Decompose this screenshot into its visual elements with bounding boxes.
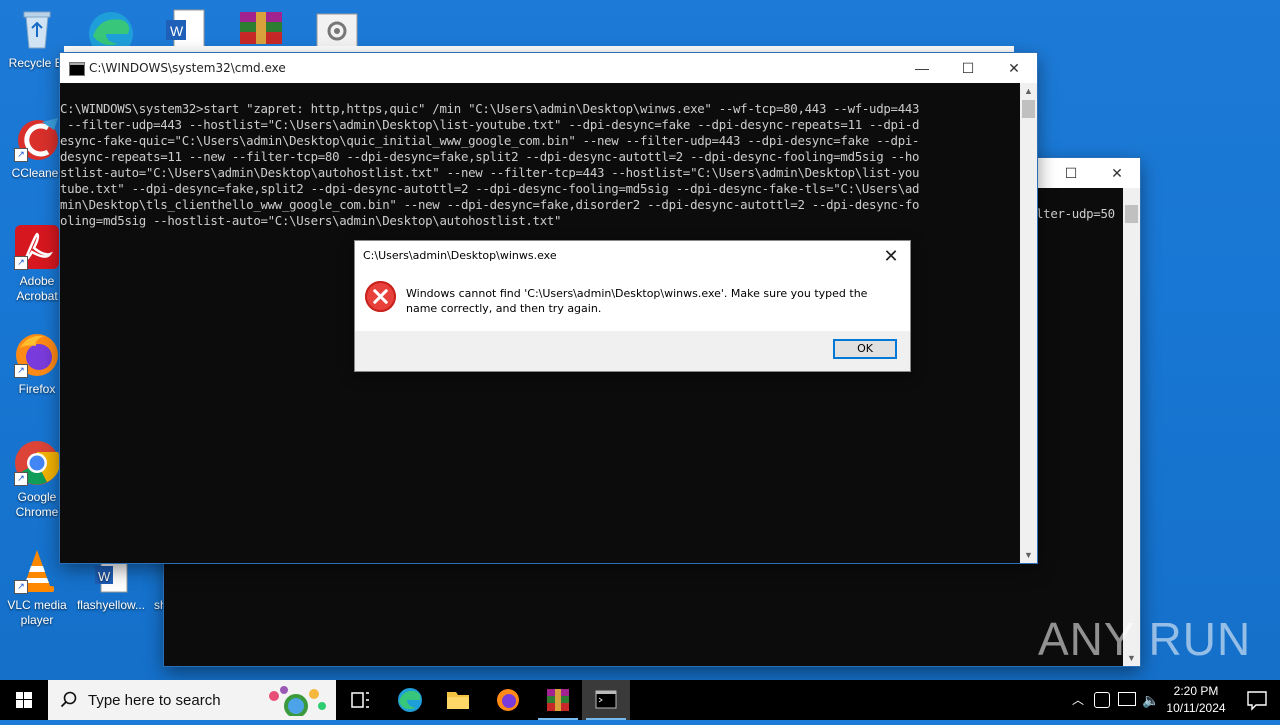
dialog-message: Windows cannot find 'C:\Users\admin\Desk… [406, 287, 868, 315]
firefox-icon: ↗ [14, 332, 60, 378]
start-button[interactable] [0, 680, 48, 720]
winrar-icon[interactable] [238, 8, 284, 48]
tray-device-icon[interactable] [1094, 692, 1110, 708]
taskbar-edge[interactable] [386, 680, 434, 720]
scroll-up-arrow-icon[interactable]: ▲ [1020, 83, 1037, 99]
folder-icon [447, 692, 469, 709]
taskbar: Type here to search ︿ 🔈 2:20 PM 10/11/20… [0, 680, 1280, 720]
close-button[interactable]: ✕ [1094, 158, 1140, 188]
clock-date: 10/11/2024 [1166, 701, 1226, 715]
shortcut-arrow-icon: ↗ [14, 148, 28, 162]
scrollbar-thumb[interactable] [1125, 205, 1138, 223]
task-view-button[interactable] [336, 680, 384, 720]
ok-button[interactable]: OK [833, 339, 897, 359]
cmd-titlebar[interactable]: C:\WINDOWS\system32\cmd.exe — ☐ ✕ [60, 53, 1037, 83]
clock[interactable]: 2:20 PM 10/11/2024 [1160, 684, 1232, 715]
shortcut-arrow-icon: ↗ [14, 472, 28, 486]
notification-icon [1247, 691, 1267, 711]
edge-icon [398, 688, 422, 712]
maximize-button[interactable]: ☐ [945, 53, 991, 83]
close-button[interactable]: ✕ [991, 53, 1037, 83]
network-icon[interactable] [1118, 692, 1136, 706]
search-icon [60, 691, 77, 708]
winrar-icon [547, 689, 569, 711]
scroll-down-arrow-icon[interactable]: ▼ [1020, 547, 1037, 563]
vlc-cone-icon: ↗ [14, 548, 60, 594]
dialog-title: C:\Users\admin\Desktop\winws.exe [363, 249, 557, 262]
task-view-icon [351, 692, 369, 708]
error-icon [365, 281, 396, 312]
svg-text:W: W [98, 569, 111, 584]
maximize-button[interactable]: ☐ [1048, 158, 1094, 188]
edge-desktop-icon[interactable] [88, 8, 134, 56]
taskbar-firefox[interactable] [484, 680, 532, 720]
shortcut-arrow-icon: ↗ [14, 256, 28, 270]
window-title: C:\WINDOWS\system32\cmd.exe [89, 61, 286, 75]
taskbar-winrar[interactable] [534, 680, 582, 720]
cmd-scrollbar[interactable]: ▲ ▼ [1020, 83, 1037, 563]
settings-file-icon[interactable] [316, 8, 362, 49]
google-chrome-icon: ↗ [14, 440, 61, 486]
background-scrollbar[interactable]: ▼ [1123, 188, 1140, 666]
clock-time: 2:20 PM [1173, 684, 1219, 698]
minimize-button[interactable]: — [899, 53, 945, 83]
adobe-acrobat-icon: ↗ [14, 224, 60, 270]
search-highlight-icon [269, 686, 326, 716]
error-dialog[interactable]: C:\Users\admin\Desktop\winws.exe ✕ Windo… [354, 240, 911, 372]
firefox-icon [497, 689, 519, 711]
svg-text:W: W [170, 23, 184, 39]
scrollbar-thumb[interactable] [1022, 100, 1035, 118]
show-hidden-icons-button[interactable]: ︿ [1070, 690, 1086, 710]
windows-logo-icon [16, 692, 32, 708]
cmd-icon [595, 690, 617, 709]
ccleaner-icon: ↗ [14, 116, 60, 162]
shortcut-arrow-icon: ↗ [14, 580, 28, 594]
cmd-icon [69, 62, 85, 76]
notification-center-button[interactable] [1234, 680, 1280, 720]
taskbar-cmd-active[interactable] [582, 680, 630, 720]
taskbar-search-box[interactable]: Type here to search [48, 680, 336, 720]
taskbar-file-explorer[interactable] [434, 680, 482, 720]
search-placeholder: Type here to search [88, 692, 221, 709]
desktop-icon-label: VLC media player [7, 598, 67, 627]
dialog-close-button[interactable]: ✕ [876, 243, 906, 269]
word-document-icon[interactable]: W [164, 8, 210, 49]
shortcut-arrow-icon: ↗ [14, 364, 28, 378]
volume-icon[interactable]: 🔈 [1142, 690, 1160, 710]
dialog-content-area: C:\Users\admin\Desktop\winws.exe ✕ Windo… [355, 241, 910, 331]
recycle-bin-icon [14, 6, 60, 52]
anyrun-watermark: ANY RUN [1038, 613, 1252, 665]
